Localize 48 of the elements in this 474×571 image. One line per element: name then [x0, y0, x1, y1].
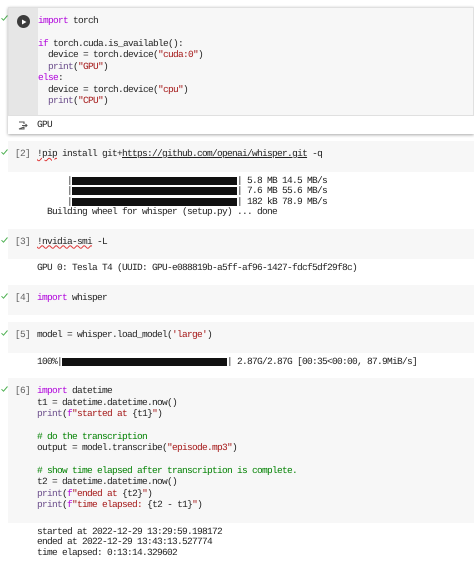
code-cell[interactable]: import torch if torch.cuda.is_available(): device = torch.device("cuda:0") print("GPU") else: device = torch.device("cpu") print("CPU") [8, 7, 474, 116]
output-text: ended at 2022-12-29 13:43:13.527774 [37, 537, 214, 548]
code-line: print(f"ended at {t2}") [37, 488, 154, 499]
execution-count: [5] [14, 329, 30, 342]
output-text: GPU [37, 120, 54, 130]
code-line: # do the transcription [37, 430, 148, 442]
code-line: print("GPU") [47, 60, 110, 72]
execution-count: [4] [14, 292, 30, 304]
code-line: else: [38, 72, 64, 84]
output-text: | 5.8 MB 14.5 MB/s [237, 176, 328, 186]
code-line: !nvidia-smi -L [37, 236, 108, 247]
code-line: !pip install git+https://github.com/openai/whisper.git -q [37, 148, 324, 160]
execution-count: [6] [14, 385, 30, 398]
code-line: import datetime [37, 385, 114, 396]
code-line: output = model.transcribe("episode.mp3") [37, 442, 238, 454]
output-text: | [66, 186, 72, 196]
output-text: | [66, 176, 72, 186]
code-cell[interactable] [8, 378, 474, 522]
execution-count: [3] [14, 236, 30, 248]
output-text: | [66, 196, 72, 207]
output-text: time elapsed: 0:13:14.329602 [37, 548, 178, 558]
output-text: | 182 kB 78.9 MB/s [237, 196, 328, 207]
code-line: # show time elapsed after transcription is complete. [37, 464, 298, 476]
code-line: import whisper [37, 292, 108, 303]
code-line: device = torch.device("cuda:0") [47, 49, 204, 60]
code-line: model = whisper.load_model('large') [37, 329, 214, 340]
code-line: print("CPU") [47, 95, 110, 106]
code-line: if torch.cuda.is_available(): [38, 38, 184, 49]
output-text: GPU 0: Tesla T4 (UUID: GPU-e088819b-a5ff-af96-1427-fdcf5df29f8c) [37, 263, 358, 274]
output-text: 100%| [37, 356, 62, 367]
output-text: | 2.87G/2.87G [00:35<00:00, 87.9MiB/s] [227, 356, 418, 367]
code-line: import torch [38, 15, 100, 26]
output-text: Building wheel for whisper (setup.py) ... done [46, 207, 278, 218]
output-text: | 7.6 MB 55.6 MB/s [237, 186, 328, 196]
execution-count: [2] [14, 148, 30, 161]
code-line: t2 = datetime.datetime.now() [37, 476, 178, 488]
code-cell[interactable]: [2] !pip install git+https://github.com/openai/whisper.git -q [8, 141, 474, 172]
code-line: print(f"started at {t1}") [37, 408, 164, 420]
output-text: started at 2022-12-29 13:29:59.198172 [37, 526, 224, 537]
code-cell[interactable]: [4] import whisper [8, 284, 474, 315]
code-line: t1 = datetime.datetime.now() [37, 396, 178, 408]
play-icon [20, 18, 26, 24]
code-line: device = torch.device("cpu") [47, 84, 190, 95]
code-cell[interactable]: [3] !nvidia-smi -L [8, 228, 474, 259]
code-line: print(f"time elapsed: {t2 - t1}") [37, 499, 204, 510]
code-cell[interactable]: [5] model = whisper.load_model('large') [8, 322, 474, 352]
output-icon[interactable] [18, 120, 28, 130]
run-button[interactable] [17, 15, 30, 28]
